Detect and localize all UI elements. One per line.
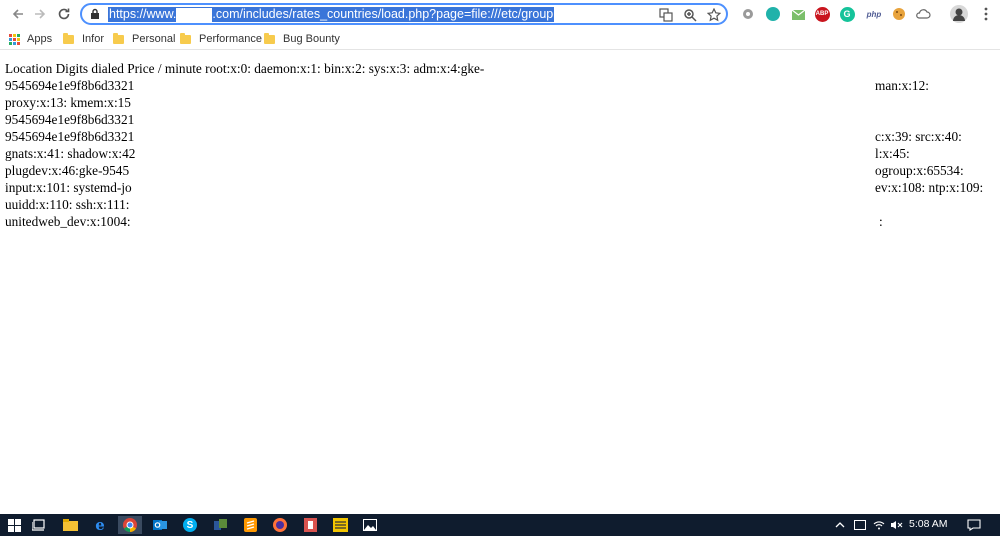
group-line: 9545694e1e9f8b6d3321 <box>5 78 135 93</box>
translate-icon <box>659 8 673 22</box>
apps-grid-icon <box>9 33 20 45</box>
sublime-icon[interactable] <box>238 516 262 534</box>
translate-button[interactable] <box>658 7 674 23</box>
firefox-icon[interactable] <box>268 516 292 534</box>
cloud-icon[interactable] <box>915 6 931 22</box>
tray-language-icon[interactable] <box>853 518 867 532</box>
group-line: 9545694e1e9f8b6d3321 <box>5 112 135 127</box>
settings-gear-icon[interactable] <box>740 6 756 22</box>
group-line-fragment: man:x:12: <box>875 78 929 93</box>
taskbar-clock[interactable]: 5:08 AM <box>909 518 948 530</box>
folder-icon <box>264 32 275 44</box>
back-button[interactable] <box>8 4 28 24</box>
file-explorer-icon[interactable] <box>58 516 82 534</box>
edge-icon[interactable]: e <box>88 516 112 534</box>
tray-chevron-up-icon[interactable] <box>833 518 847 532</box>
reload-icon <box>58 8 70 20</box>
group-line: input:x:101: systemd-jo <box>5 180 132 195</box>
group-line-fragment: ogroup:x:65534: <box>875 163 964 178</box>
group-line: unitedweb_dev:x:1004: <box>5 214 131 229</box>
avatar-icon <box>950 5 968 23</box>
chrome-menu-button[interactable] <box>978 6 994 22</box>
mail-check-icon[interactable] <box>790 6 806 22</box>
adblock-plus-icon[interactable]: ABP <box>814 6 830 22</box>
group-line-fragment: : <box>879 214 883 229</box>
windows-taskbar: e S 5:08 AM <box>0 514 1000 536</box>
star-icon <box>707 8 721 22</box>
photos-icon[interactable] <box>358 516 382 534</box>
forward-button[interactable] <box>30 4 50 24</box>
lock-icon <box>91 8 99 19</box>
folder-icon <box>113 32 124 44</box>
notifications-icon[interactable] <box>965 518 983 532</box>
cookie-icon[interactable] <box>891 6 907 22</box>
bookmark-apps[interactable]: Apps <box>9 31 52 47</box>
group-line: 9545694e1e9f8b6d3321 <box>5 129 135 144</box>
folder-icon <box>180 32 191 44</box>
bookmark-folder-performance[interactable]: Performance <box>180 31 262 47</box>
group-line: uuidd:x:110: ssh:x:111: <box>5 197 130 212</box>
group-line-fragment: ev:x:108: ntp:x:109: <box>875 180 984 195</box>
folder-icon <box>63 32 74 44</box>
redaction-block <box>136 78 875 230</box>
url-redaction <box>176 7 213 22</box>
group-line-fragment: c:x:39: src:x:40: <box>875 129 962 144</box>
app-red-icon[interactable] <box>298 516 322 534</box>
group-line: Location Digits dialed Price / minute ro… <box>5 61 485 76</box>
bookmark-folder-infor[interactable]: Infor <box>63 31 104 47</box>
url-suffix: .com/includes/rates_countries/load.php?p… <box>212 7 554 21</box>
zoom-icon <box>684 9 697 22</box>
address-bar[interactable]: https://www. .com/includes/rates_countrie… <box>80 3 728 25</box>
reload-button[interactable] <box>54 4 74 24</box>
group-line: plugdev:x:46:gke-9545 <box>5 163 130 178</box>
windows-start-icon[interactable] <box>2 516 26 534</box>
more-vertical-icon <box>984 7 988 21</box>
grammarly-icon[interactable]: G <box>839 6 855 22</box>
task-view-icon[interactable] <box>27 516 51 534</box>
page-content: Location Digits dialed Price / minute ro… <box>5 60 995 230</box>
bookmarks-bar: Apps Infor Personal Performance Bug Boun… <box>0 28 1000 50</box>
teal-circle-icon[interactable] <box>765 6 781 22</box>
outlook-icon[interactable] <box>148 516 172 534</box>
skype-icon[interactable]: S <box>178 516 202 534</box>
back-arrow-icon <box>12 9 23 19</box>
group-line-fragment: l:x:45: <box>875 146 910 161</box>
browser-toolbar: https://www. .com/includes/rates_countrie… <box>0 0 1000 28</box>
url-prefix: https://www. <box>109 7 177 21</box>
group-line: gnats:x:41: shadow:x:42 <box>5 146 136 161</box>
wifi-icon[interactable] <box>872 518 886 532</box>
url-text[interactable]: https://www. .com/includes/rates_countrie… <box>108 7 555 22</box>
profile-avatar[interactable] <box>950 5 968 23</box>
volume-muted-icon[interactable] <box>889 518 903 532</box>
chrome-icon[interactable] <box>118 516 142 534</box>
app-yellow-icon[interactable] <box>328 516 352 534</box>
bookmark-star-button[interactable] <box>706 7 722 23</box>
bookmark-folder-bug-bounty[interactable]: Bug Bounty <box>264 31 340 47</box>
bookmark-folder-personal[interactable]: Personal <box>113 31 175 47</box>
forward-arrow-icon <box>35 9 46 19</box>
php-icon[interactable]: php <box>864 6 884 22</box>
zoom-button[interactable] <box>682 7 698 23</box>
app-icon[interactable] <box>208 516 232 534</box>
group-line: proxy:x:13: kmem:x:15 <box>5 95 131 110</box>
